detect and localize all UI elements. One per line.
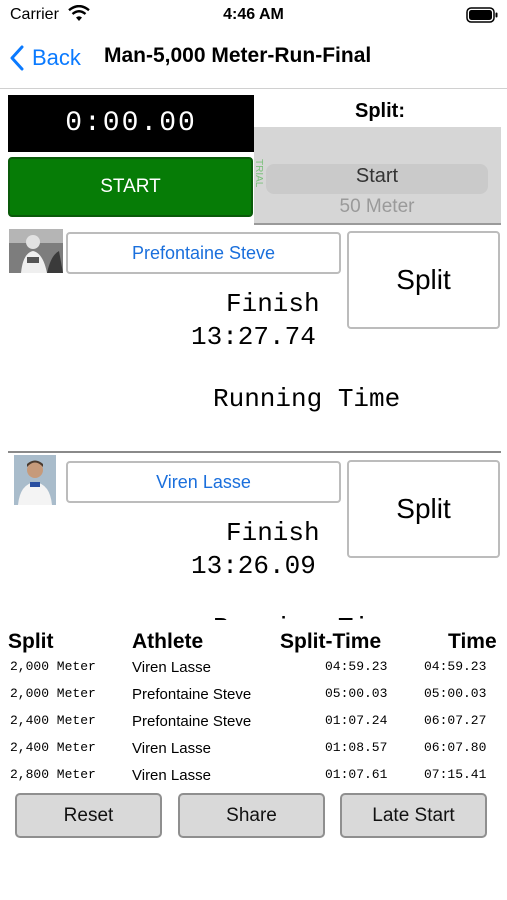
cell-athlete: Prefontaine Steve: [132, 713, 252, 730]
cell-split: 2,000 Meter: [10, 686, 96, 701]
cell-time: 06:07.27: [424, 713, 487, 728]
finish-time: 13:26.09: [191, 551, 316, 581]
timer-display: 0:00.00: [8, 95, 254, 152]
divider: [254, 223, 501, 225]
nav-divider: [0, 88, 507, 89]
cell-time: 05:00.03: [424, 686, 487, 701]
athlete-photo: [14, 455, 56, 505]
picker-next-option[interactable]: 50 Meter: [266, 196, 488, 218]
athlete-photo-image: [14, 455, 56, 505]
athlete-name-button[interactable]: Prefontaine Steve: [66, 232, 341, 274]
athlete-photo-image: [9, 229, 63, 273]
cell-split: 2,400 Meter: [10, 740, 96, 755]
cell-split-time: 01:08.57: [325, 740, 388, 755]
table-row: 2,400 Meter Prefontaine Steve 01:07.24 06:0…: [0, 711, 507, 735]
header-split-time: Split-Time: [280, 630, 382, 653]
cell-athlete: Viren Lasse: [132, 740, 211, 757]
cell-athlete: Viren Lasse: [132, 767, 211, 784]
back-label: Back: [32, 45, 81, 70]
chevron-left-icon: [10, 45, 24, 71]
table-row: 2,000 Meter Prefontaine Steve 05:00.03 05:0…: [0, 684, 507, 708]
cell-split: 2,000 Meter: [10, 659, 96, 674]
page-title: Man-5,000 Meter-Run-Final: [104, 44, 372, 67]
header-split: Split: [8, 630, 54, 653]
cell-time: 06:07.80: [424, 740, 487, 755]
picker-selected-option[interactable]: Start: [266, 165, 488, 188]
cell-time: 07:15.41: [424, 767, 487, 782]
table-row: 2,400 Meter Viren Lasse 01:08.57 06:07.80: [0, 738, 507, 762]
table-row: 2,800 Meter Viren Lasse 01:07.61 07:15.41: [0, 765, 507, 789]
status-bar: Carrier 4:46 AM: [0, 0, 507, 30]
back-button[interactable]: Back: [10, 40, 81, 76]
split-button[interactable]: Split: [347, 460, 500, 558]
cell-time: 04:59.23: [424, 659, 487, 674]
split-button[interactable]: Split: [347, 231, 500, 329]
cell-split: 2,800 Meter: [10, 767, 96, 782]
row-divider: [8, 451, 501, 453]
cell-split-time: 05:00.03: [325, 686, 388, 701]
finish-label: Finish: [226, 289, 320, 319]
late-start-button[interactable]: Late Start: [340, 793, 487, 838]
results-table: Split Athlete Split-Time Time 2,000 Mete…: [0, 620, 507, 790]
status-time: 4:46 AM: [223, 6, 284, 23]
cell-split: 2,400 Meter: [10, 713, 96, 728]
finish-time: 13:27.74: [191, 322, 316, 352]
finish-label: Finish: [226, 518, 320, 548]
cell-athlete: Viren Lasse: [132, 659, 211, 676]
split-title: Split:: [355, 100, 405, 122]
share-button[interactable]: Share: [178, 793, 325, 838]
reset-button[interactable]: Reset: [15, 793, 162, 838]
header-athlete: Athlete: [132, 630, 204, 653]
picker-side-label: TRIAL: [254, 159, 264, 188]
cell-athlete: Prefontaine Steve: [132, 686, 252, 703]
split-picker[interactable]: TRIAL Start 50 Meter: [254, 127, 501, 223]
running-time-label: Running Time: [213, 384, 401, 414]
cell-split-time: 01:07.61: [325, 767, 388, 782]
athlete-name-button[interactable]: Viren Lasse: [66, 461, 341, 503]
cell-split-time: 01:07.24: [325, 713, 388, 728]
athlete-photo: [9, 229, 63, 273]
battery-icon: [466, 7, 498, 23]
cell-split-time: 04:59.23: [325, 659, 388, 674]
header-time: Time: [448, 630, 497, 653]
start-button[interactable]: START: [8, 157, 253, 217]
table-row: 2,000 Meter Viren Lasse 04:59.23 04:59.23: [0, 657, 507, 681]
